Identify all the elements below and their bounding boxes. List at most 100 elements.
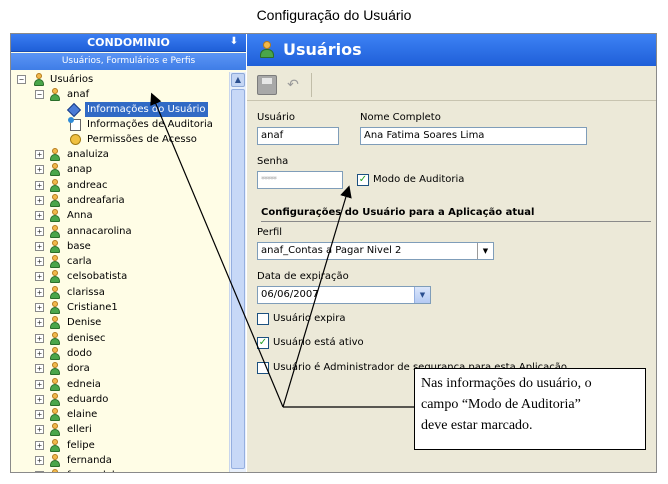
scroll-thumb[interactable] [231, 89, 245, 469]
collapse-arrow-icon[interactable]: ⬇ [228, 36, 240, 48]
tree-item-user[interactable]: + fernandal [15, 468, 229, 472]
tree-item-label: carla [67, 256, 92, 268]
tree-item-user[interactable]: + Anna [15, 208, 229, 223]
audit-info-icon [68, 117, 81, 131]
expand-icon[interactable]: + [35, 364, 44, 374]
nome-completo-field[interactable]: Ana Fatima Soares Lima [360, 127, 587, 145]
user-icon [49, 331, 61, 345]
expand-icon[interactable]: + [35, 348, 44, 358]
usuario-ativo-checkbox[interactable]: ✓ [257, 337, 269, 349]
tree-scrollbar[interactable]: ▲ [229, 72, 246, 472]
tree-child-permissoes[interactable]: Permissões de Acesso [15, 132, 229, 147]
user-icon [49, 148, 61, 161]
tree-child-informacoes-usuario[interactable]: Informações do Usuário [15, 102, 229, 118]
user-icon [49, 423, 61, 437]
expand-icon[interactable]: + [35, 303, 44, 312]
expand-icon[interactable]: + [35, 257, 44, 267]
admin-seguranca-checkbox[interactable]: ✓ [257, 362, 269, 374]
tree-item-user[interactable]: + annacarolina [15, 224, 229, 239]
user-icon [49, 408, 61, 422]
expand-icon[interactable]: + [35, 456, 44, 465]
tree-item-user[interactable]: + elleri [15, 422, 229, 437]
user-icon [49, 255, 61, 269]
perfil-value: anaf_Contas a Pagar Nivel 2 [261, 245, 402, 256]
toolbar-divider [311, 73, 312, 97]
tree-root-usuarios[interactable]: − Usuários [15, 72, 229, 87]
senha-field[interactable]: ***** [257, 171, 343, 189]
chevron-down-icon[interactable]: ▼ [477, 243, 493, 259]
tree-item-user[interactable]: + denisec [15, 331, 229, 346]
tree-item-label: elaine [67, 409, 98, 421]
note-line-3: deve estar marcado. [421, 418, 533, 433]
expand-icon[interactable]: + [35, 195, 44, 205]
tree-item-user[interactable]: + eduardo [15, 392, 229, 407]
expand-icon[interactable]: + [35, 333, 44, 343]
users-icon [33, 73, 45, 86]
expand-icon[interactable]: + [35, 379, 44, 389]
user-icon [259, 41, 275, 59]
tree-item-label: base [67, 240, 91, 252]
expand-icon[interactable]: + [35, 394, 44, 404]
tree-item-user[interactable]: + edneia [15, 377, 229, 392]
expand-icon[interactable]: + [35, 226, 44, 236]
tree-item-label: Denise [67, 317, 102, 329]
tree-item-user[interactable]: + carla [15, 254, 229, 269]
undo-icon[interactable]: ↶ [283, 75, 303, 95]
expand-icon[interactable]: + [35, 150, 44, 159]
tree-item-label: annacarolina [67, 225, 132, 237]
data-expiracao-value: 06/06/2007 [261, 289, 319, 300]
expand-icon[interactable]: + [35, 211, 44, 221]
expand-icon[interactable]: + [35, 425, 44, 435]
usuario-expira-checkbox[interactable]: ✓ [257, 313, 269, 325]
tree-child-informacoes-auditoria[interactable]: Informações de Auditoria [15, 117, 229, 132]
collapse-icon[interactable]: − [17, 75, 26, 84]
tree-item-user[interactable]: + clarissa [15, 285, 229, 300]
tree-item-label: dodo [67, 347, 92, 359]
tree-item-user[interactable]: + felipe [15, 438, 229, 453]
tree-item-user[interactable]: + dodo [15, 346, 229, 361]
lock-icon [70, 134, 81, 145]
tree-item-user[interactable]: + andreafaria [15, 193, 229, 208]
tree-item-user[interactable]: + analuiza [15, 147, 229, 162]
tree-item-label: andreac [67, 179, 108, 191]
user-info-icon [66, 102, 82, 118]
tree-item-label: celsobatista [67, 271, 128, 283]
expand-icon[interactable]: + [35, 241, 44, 251]
tree-item-user[interactable]: + fernanda [15, 453, 229, 468]
tree-item-user[interactable]: + elaine [15, 407, 229, 422]
collapse-icon[interactable]: − [35, 90, 44, 99]
tree-item-anaf[interactable]: − anaf [15, 87, 229, 102]
user-icon [49, 178, 61, 192]
tree-item-user[interactable]: + celsobatista [15, 269, 229, 284]
expand-icon[interactable]: + [35, 410, 44, 420]
note-line-2: campo “Modo de Auditoria” [421, 397, 581, 412]
tree-item-label: fernandal [67, 468, 115, 472]
expand-icon[interactable]: + [35, 165, 44, 175]
data-expiracao-picker[interactable]: 06/06/2007 ▼ [257, 286, 431, 304]
tree-item-label: Anna [67, 210, 93, 222]
expand-icon[interactable]: + [35, 440, 44, 450]
save-icon[interactable] [257, 75, 277, 95]
tree-item-user[interactable]: + Cristiane1 [15, 300, 229, 315]
senha-label: Senha [257, 156, 289, 167]
chevron-down-icon[interactable]: ▼ [414, 287, 430, 303]
modo-auditoria-checkbox[interactable]: ✓ [357, 174, 369, 186]
perfil-select[interactable]: anaf_Contas a Pagar Nivel 2 ▼ [257, 242, 494, 260]
expand-icon[interactable]: + [35, 180, 44, 190]
expand-icon[interactable]: + [35, 272, 44, 282]
tree-item-label: clarissa [67, 286, 105, 298]
expand-icon[interactable]: + [35, 287, 44, 297]
expand-icon[interactable]: + [35, 318, 44, 328]
expand-icon[interactable]: + [35, 471, 44, 472]
nome-completo-label: Nome Completo [360, 112, 441, 123]
right-panel-header: Usuários [247, 34, 656, 66]
tree-item-user[interactable]: + anap [15, 162, 229, 177]
tree-item-user[interactable]: + dora [15, 361, 229, 376]
tree-item-user[interactable]: + base [15, 239, 229, 254]
usuario-field[interactable]: anaf [257, 127, 339, 145]
tree-item-user[interactable]: + andreac [15, 178, 229, 193]
user-icon [49, 362, 61, 376]
tree-item-label: Cristiane1 [67, 302, 118, 313]
scroll-up-icon[interactable]: ▲ [231, 73, 245, 87]
tree-item-user[interactable]: + Denise [15, 315, 229, 330]
